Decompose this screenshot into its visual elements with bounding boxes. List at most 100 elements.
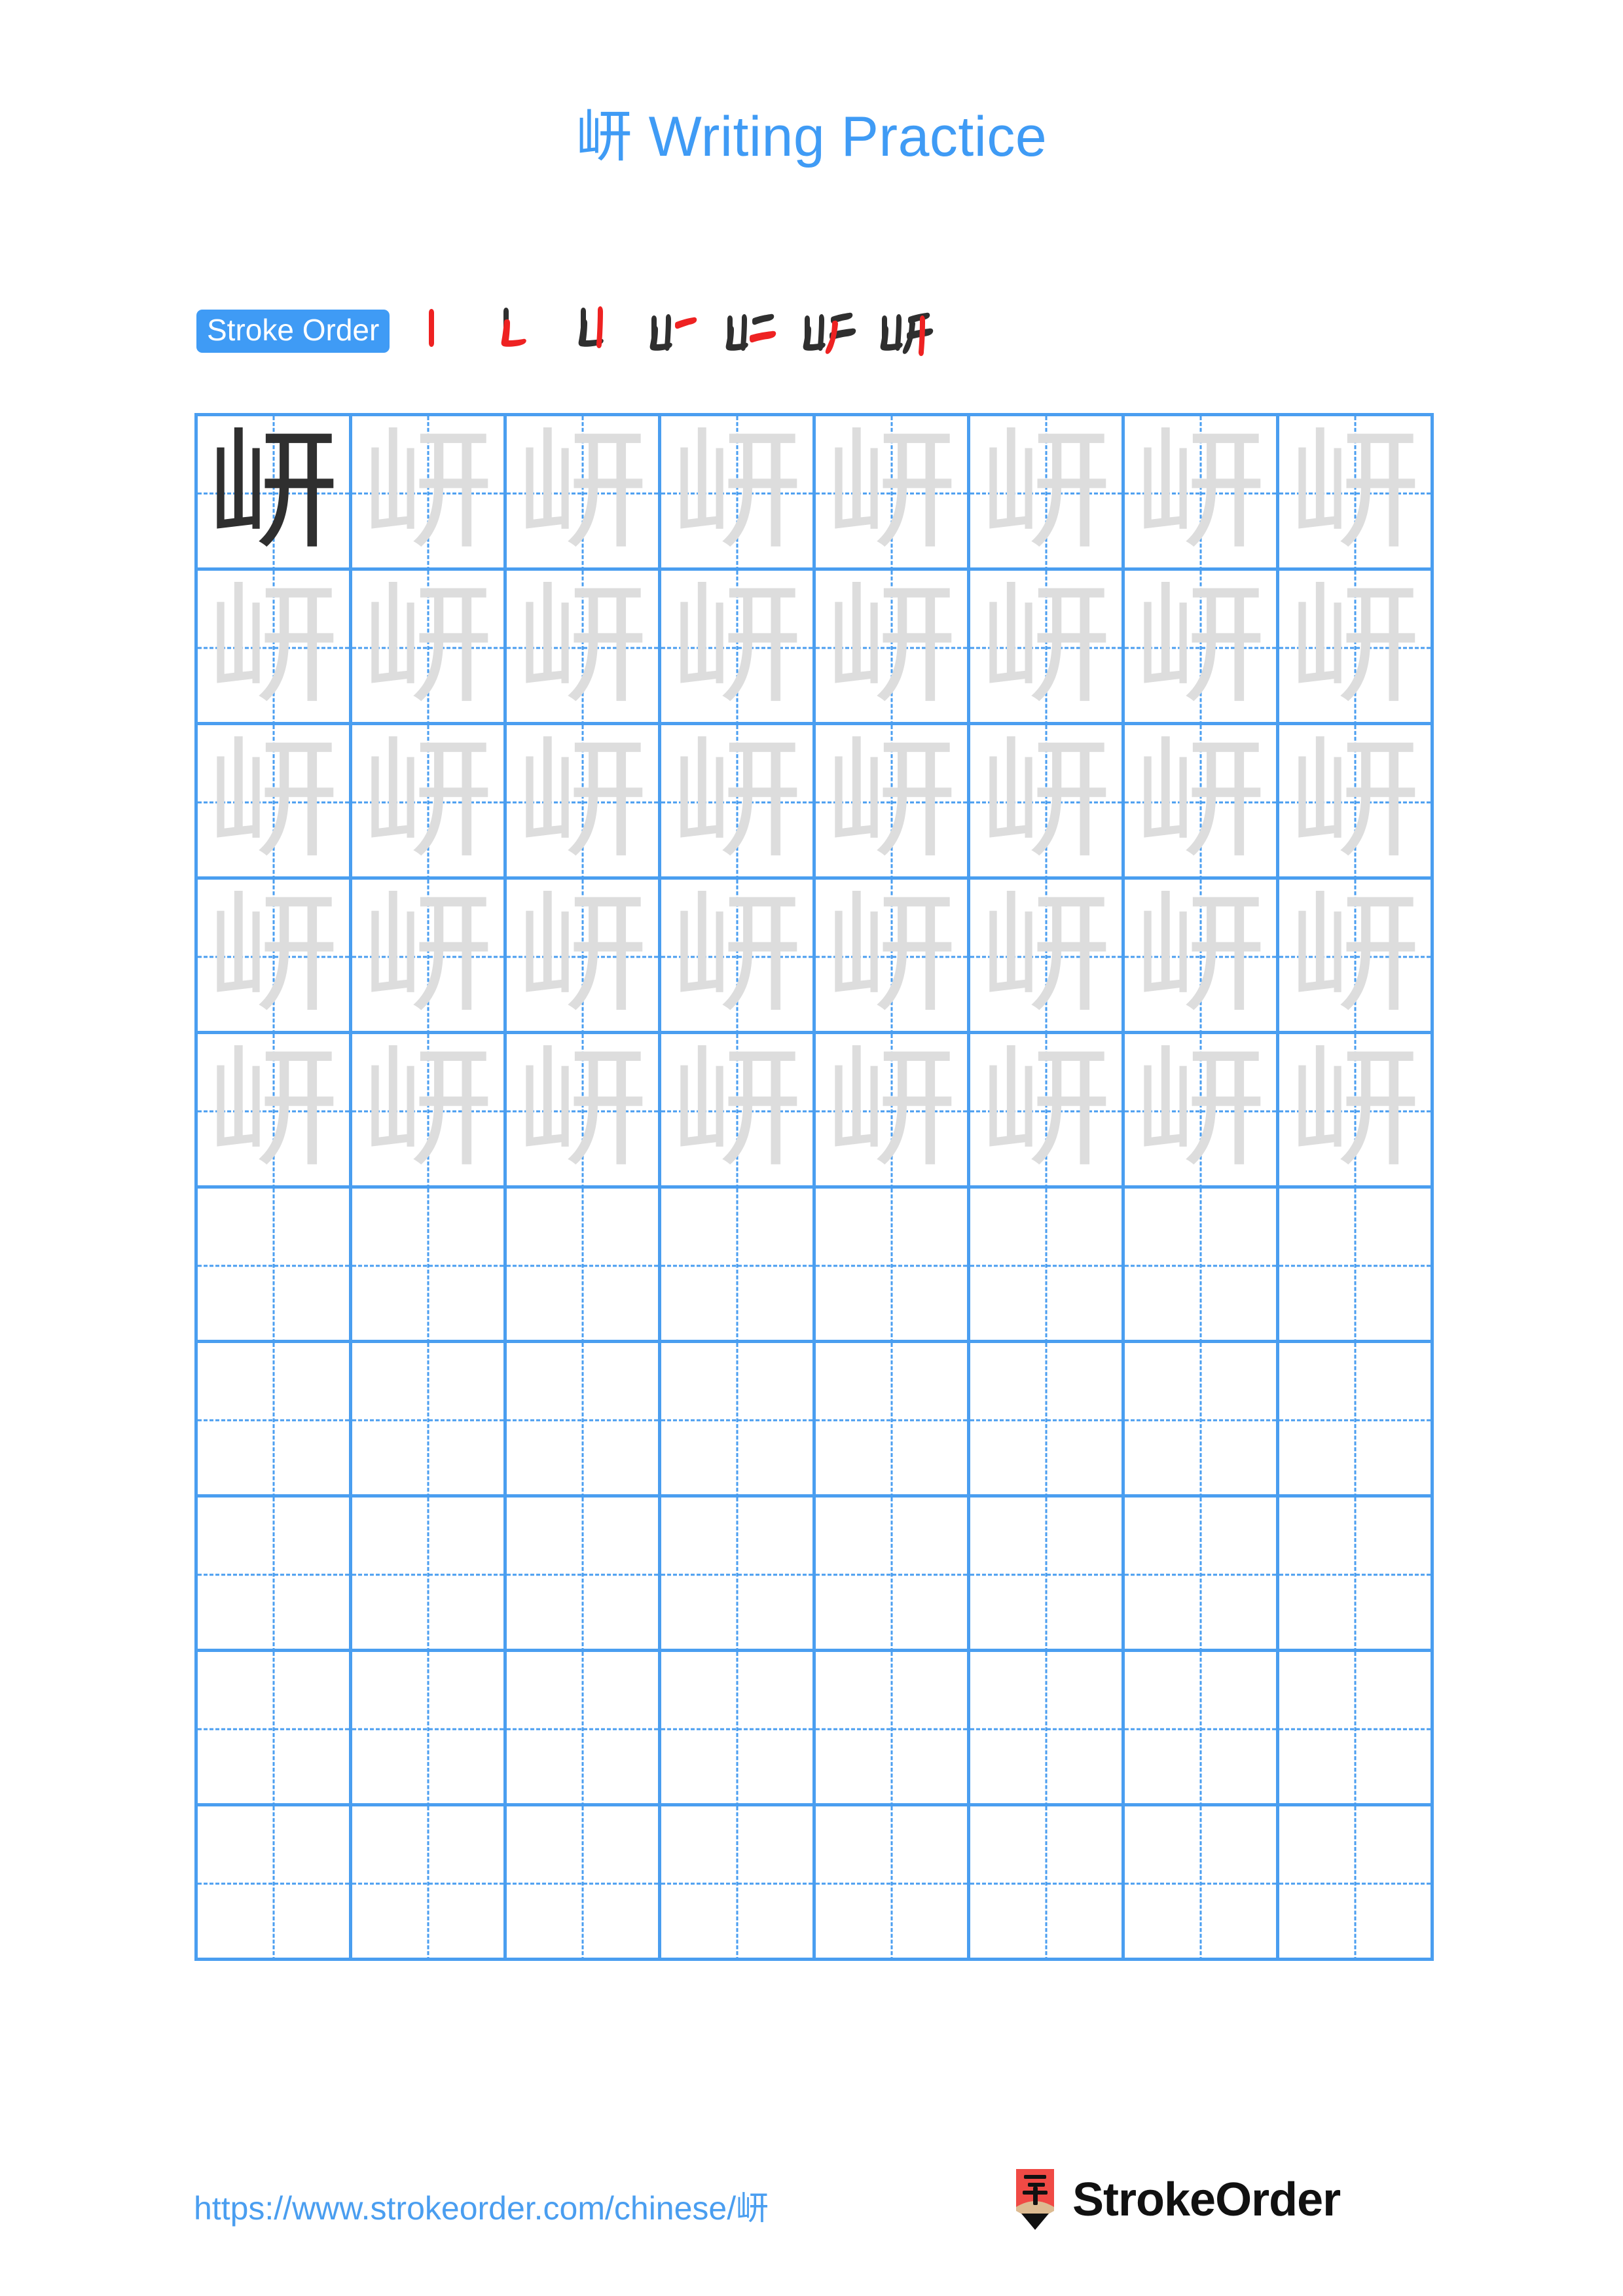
practice-grid-cell[interactable]: 岍 [1125, 880, 1279, 1034]
practice-grid-cell[interactable] [198, 1189, 352, 1343]
practice-grid-cell[interactable] [198, 1343, 352, 1498]
practice-grid-cell[interactable] [1125, 1189, 1279, 1343]
practice-grid-cell[interactable] [816, 1343, 970, 1498]
practice-grid-cell[interactable]: 岍 [1279, 725, 1434, 880]
practice-grid-cell[interactable] [198, 1806, 352, 1961]
practice-grid-cell[interactable]: 岍 [1125, 1034, 1279, 1189]
practice-grid-cell[interactable]: 岍 [661, 880, 816, 1034]
practice-grid-cell[interactable] [1279, 1498, 1434, 1652]
practice-grid-cell[interactable] [1279, 1343, 1434, 1498]
trace-character: 岍 [1289, 416, 1421, 567]
stroke-order-glyph-list [401, 301, 951, 361]
trace-character: 岍 [826, 416, 957, 567]
practice-grid-cell[interactable] [661, 1343, 816, 1498]
practice-grid-cell[interactable]: 岍 [198, 880, 352, 1034]
trace-character: 岍 [1135, 725, 1266, 876]
practice-grid-cell[interactable] [970, 1343, 1125, 1498]
practice-grid-cell[interactable] [816, 1189, 970, 1343]
practice-grid-cell[interactable] [970, 1652, 1125, 1806]
practice-grid-cell[interactable]: 岍 [352, 880, 507, 1034]
practice-grid-cell[interactable]: 岍 [661, 416, 816, 571]
practice-grid-cell[interactable]: 岍 [198, 1034, 352, 1189]
practice-grid-cell[interactable]: 岍 [507, 725, 661, 880]
practice-grid-cell[interactable] [352, 1806, 507, 1961]
practice-grid-cell[interactable]: 岍 [198, 571, 352, 725]
stroke-step-6 [794, 301, 873, 361]
practice-grid-cell[interactable] [1125, 1343, 1279, 1498]
practice-grid-cell[interactable] [970, 1498, 1125, 1652]
practice-grid-cell[interactable]: 岍 [1125, 725, 1279, 880]
practice-grid-cell[interactable] [816, 1806, 970, 1961]
practice-grid-cell[interactable]: 岍 [198, 416, 352, 571]
footer-url-link[interactable]: https://www.strokeorder.com/chinese/岍 [194, 2182, 769, 2229]
practice-grid-cell[interactable]: 岍 [1279, 1034, 1434, 1189]
practice-grid-cell[interactable] [507, 1189, 661, 1343]
practice-grid-cell[interactable] [507, 1498, 661, 1652]
practice-grid-cell[interactable] [661, 1806, 816, 1961]
practice-grid-cell[interactable] [352, 1343, 507, 1498]
trace-character: 岍 [517, 880, 648, 1031]
practice-grid-cell[interactable]: 岍 [816, 416, 970, 571]
practice-grid-cell[interactable]: 岍 [507, 1034, 661, 1189]
trace-character: 岍 [1289, 571, 1421, 722]
practice-grid-cell[interactable]: 岍 [661, 1034, 816, 1189]
practice-grid-cell[interactable]: 岍 [507, 416, 661, 571]
practice-grid-cell[interactable]: 岍 [1125, 416, 1279, 571]
practice-grid-cell[interactable] [1279, 1806, 1434, 1961]
practice-grid-cell[interactable] [352, 1652, 507, 1806]
practice-grid-cell[interactable]: 岍 [1279, 416, 1434, 571]
practice-grid-cell[interactable] [352, 1498, 507, 1652]
practice-grid-cell[interactable]: 岍 [970, 1034, 1125, 1189]
practice-grid-row: 岍岍岍岍岍岍岍岍 [198, 880, 1434, 1034]
practice-grid-cell[interactable]: 岍 [816, 725, 970, 880]
practice-grid-cell[interactable]: 岍 [816, 880, 970, 1034]
practice-grid-cell[interactable]: 岍 [661, 571, 816, 725]
practice-grid-cell[interactable]: 岍 [507, 880, 661, 1034]
practice-grid-cell[interactable]: 岍 [352, 1034, 507, 1189]
trace-character: 岍 [208, 725, 339, 876]
trace-character: 岍 [517, 416, 648, 567]
practice-grid-cell[interactable] [816, 1498, 970, 1652]
practice-grid-cell[interactable]: 岍 [352, 571, 507, 725]
practice-grid-cell[interactable]: 岍 [816, 571, 970, 725]
practice-grid-cell[interactable] [661, 1652, 816, 1806]
practice-grid-cell[interactable] [816, 1652, 970, 1806]
trace-character: 岍 [362, 571, 494, 722]
practice-grid-cell[interactable]: 岍 [661, 725, 816, 880]
practice-grid-cell[interactable]: 岍 [1279, 880, 1434, 1034]
practice-grid-cell[interactable] [1279, 1652, 1434, 1806]
trace-character: 岍 [517, 571, 648, 722]
practice-grid-cell[interactable]: 岍 [1125, 571, 1279, 725]
practice-grid-cell[interactable] [1125, 1498, 1279, 1652]
practice-grid-cell[interactable]: 岍 [970, 571, 1125, 725]
practice-grid-cell[interactable] [507, 1652, 661, 1806]
practice-grid-cell[interactable]: 岍 [816, 1034, 970, 1189]
practice-grid-cell[interactable]: 岍 [507, 571, 661, 725]
practice-grid-cell[interactable] [661, 1498, 816, 1652]
practice-grid-cell[interactable]: 岍 [970, 725, 1125, 880]
brand-logo[interactable]: StrokeOrder [1013, 2168, 1341, 2232]
practice-grid-cell[interactable] [507, 1343, 661, 1498]
trace-character: 岍 [362, 725, 494, 876]
practice-grid-cell[interactable]: 岍 [970, 416, 1125, 571]
practice-grid-cell[interactable] [1125, 1652, 1279, 1806]
practice-grid-cell[interactable] [198, 1498, 352, 1652]
pencil-logo-icon [1013, 2168, 1057, 2232]
practice-grid-cell[interactable]: 岍 [970, 880, 1125, 1034]
trace-character: 岍 [1289, 880, 1421, 1031]
practice-grid-cell[interactable]: 岍 [198, 725, 352, 880]
practice-grid-cell[interactable] [970, 1189, 1125, 1343]
practice-grid-cell[interactable] [352, 1189, 507, 1343]
practice-grid-cell[interactable]: 岍 [352, 416, 507, 571]
stroke-order-badge: Stroke Order [196, 310, 390, 353]
practice-grid-cell[interactable] [661, 1189, 816, 1343]
practice-grid-cell[interactable] [1279, 1189, 1434, 1343]
practice-grid-row [198, 1343, 1434, 1498]
practice-grid-cell[interactable]: 岍 [1279, 571, 1434, 725]
practice-grid-cell[interactable] [1125, 1806, 1279, 1961]
practice-grid-cell[interactable] [970, 1806, 1125, 1961]
trace-character: 岍 [362, 1034, 494, 1185]
practice-grid-cell[interactable] [507, 1806, 661, 1961]
practice-grid-cell[interactable]: 岍 [352, 725, 507, 880]
practice-grid-cell[interactable] [198, 1652, 352, 1806]
